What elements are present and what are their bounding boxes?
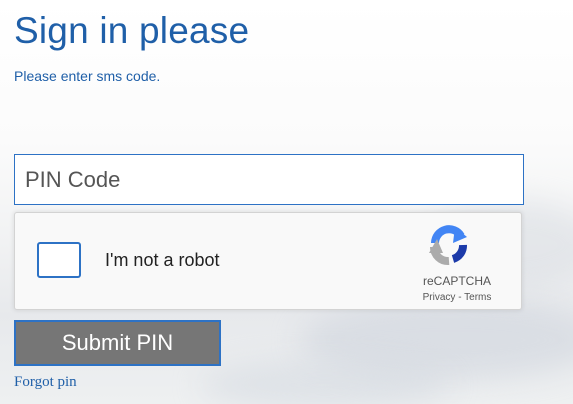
- recaptcha-links: Privacy - Terms: [403, 292, 511, 303]
- page-subtitle: Please enter sms code.: [14, 68, 161, 84]
- recaptcha-terms-link[interactable]: Terms: [464, 292, 491, 303]
- page-title: Sign in please: [14, 10, 250, 51]
- recaptcha-brand-label: reCAPTCHA: [422, 274, 491, 288]
- forgot-pin-link[interactable]: Forgot pin: [14, 374, 77, 391]
- recaptcha-widget: I'm not a robot reCAPTCHA Privacy - Term…: [14, 212, 522, 310]
- recaptcha-privacy-link[interactable]: Privacy: [423, 292, 456, 303]
- not-a-robot-label: I'm not a robot: [105, 250, 220, 270]
- background-cloud: [300, 300, 573, 380]
- recaptcha-logo-icon: [429, 225, 467, 265]
- not-a-robot-checkbox[interactable]: [37, 242, 81, 278]
- background-cloud: [200, 360, 450, 404]
- recaptcha-links-separator: -: [458, 292, 462, 303]
- pin-code-input[interactable]: [14, 154, 524, 205]
- submit-pin-button[interactable]: Submit PIN: [14, 320, 221, 366]
